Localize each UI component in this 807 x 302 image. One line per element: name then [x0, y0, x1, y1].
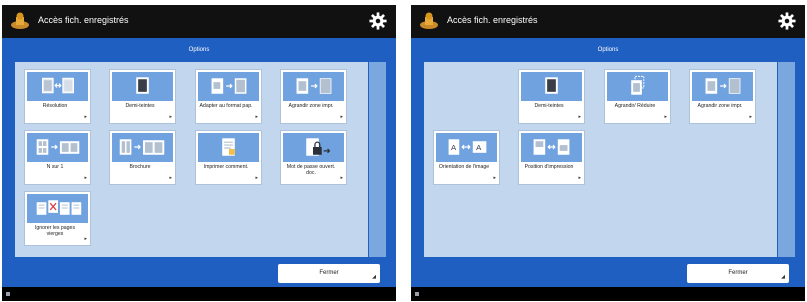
corner-arrow-icon: ▸	[255, 114, 258, 120]
svg-text:A: A	[451, 143, 457, 152]
skip-blank-pages-icon	[36, 200, 82, 215]
print-position-button[interactable]: Position d'impression ▸	[518, 130, 585, 185]
tile-label: Agrandir zone impr.	[697, 103, 743, 109]
right-screen: Accès fich. enregistrés Options Demi-tei…	[411, 5, 805, 301]
status-bar	[411, 287, 805, 301]
corner-arrow-icon: ▸	[578, 175, 581, 181]
title-bar: Accès fich. enregistrés	[411, 5, 805, 38]
svg-text:A: A	[476, 143, 482, 152]
image-orientation-button[interactable]: A A Orientation de l'image ▸	[433, 130, 500, 185]
enlarge-print-area-button[interactable]: Agrandir zone impr. ▸	[280, 69, 347, 124]
bottom-bar: Fermer ◢	[411, 259, 805, 287]
booklet-icon	[119, 139, 165, 155]
title-bar: Accès fich. enregistrés	[2, 5, 396, 38]
gear-icon[interactable]	[778, 12, 796, 30]
corner-arrow-icon: ◢	[372, 274, 376, 280]
close-label: Fermer	[319, 270, 339, 276]
image-orientation-icon: A A	[448, 139, 487, 155]
tile-label: Mot de passe ouvert. doc.	[286, 164, 336, 176]
print-comments-icon	[222, 138, 235, 156]
tile-label: Orientation de l'image	[438, 164, 490, 170]
enlarge-reduce-button[interactable]: Agrandir/ Réduire ▸	[604, 69, 671, 124]
corner-arrow-icon: ▸	[493, 175, 496, 181]
tile-label: Agrandir/ Réduire	[614, 103, 656, 109]
corner-arrow-icon: ◢	[781, 274, 785, 280]
tile-label: Imprimer comment.	[203, 164, 249, 170]
options-header: Options	[2, 38, 396, 58]
tile-label: Position d'impression	[524, 164, 574, 170]
scrollbar[interactable]	[778, 62, 795, 257]
tile-label: Demi-teintes	[125, 103, 155, 109]
enlarge-print-area-icon	[296, 78, 332, 94]
status-icon	[6, 292, 10, 296]
tile-label: Agrandir zone impr.	[288, 103, 334, 109]
halftone-button[interactable]: Demi-teintes ▸	[109, 69, 176, 124]
fit-to-paper-button[interactable]: Adapter au format pap. ▸	[195, 69, 262, 124]
enlarge-reduce-icon	[631, 75, 645, 95]
skip-blank-pages-button[interactable]: Ignorer les pages vierges ▸	[24, 191, 91, 246]
options-header: Options	[411, 38, 805, 58]
stamp-icon	[420, 12, 438, 29]
gear-icon[interactable]	[369, 12, 387, 30]
tile-label: Résolution	[42, 103, 68, 109]
stamp-icon	[11, 12, 29, 29]
status-bar	[2, 287, 396, 301]
options-grid: Demi-teintes ▸ Agrandir/ Réduire ▸ Agran…	[424, 62, 777, 257]
corner-arrow-icon: ▸	[340, 175, 343, 181]
corner-arrow-icon: ▸	[84, 114, 87, 120]
close-button[interactable]: Fermer ◢	[687, 264, 789, 283]
app-title: Accès fich. enregistrés	[38, 15, 129, 25]
options-area: Demi-teintes ▸ Agrandir/ Réduire ▸ Agran…	[411, 58, 805, 259]
left-screen: Accès fich. enregistrés Options Résoluti…	[2, 5, 396, 301]
tile-label: Demi-teintes	[534, 103, 564, 109]
n-on-1-icon	[36, 139, 80, 155]
options-title: Options	[597, 47, 619, 53]
options-grid: Résolution ▸ Demi-teintes ▸ Adapter au f…	[15, 62, 368, 257]
enlarge-print-area-icon	[705, 78, 741, 94]
corner-arrow-icon: ▸	[169, 175, 172, 181]
tile-label: Ignorer les pages vierges	[34, 225, 76, 237]
print-comments-button[interactable]: Imprimer comment. ▸	[195, 130, 262, 185]
tile-label: Adapter au format pap.	[199, 103, 253, 109]
corner-arrow-icon: ▸	[255, 175, 258, 181]
corner-arrow-icon: ▸	[84, 236, 87, 242]
enlarge-print-area-button[interactable]: Agrandir zone impr. ▸	[689, 69, 756, 124]
document-password-button[interactable]: Mot de passe ouvert. doc. ▸	[280, 130, 347, 185]
halftone-icon	[136, 77, 149, 94]
halftone-button[interactable]: Demi-teintes ▸	[518, 69, 585, 124]
close-button[interactable]: Fermer ◢	[278, 264, 380, 283]
corner-arrow-icon: ▸	[84, 175, 87, 181]
corner-arrow-icon: ▸	[664, 114, 667, 120]
fit-to-paper-icon	[211, 78, 247, 94]
corner-arrow-icon: ▸	[169, 114, 172, 120]
corner-arrow-icon: ▸	[749, 114, 752, 120]
tile-label: Brochure	[129, 164, 151, 170]
corner-arrow-icon: ▸	[340, 114, 343, 120]
scrollbar[interactable]	[369, 62, 386, 257]
resolution-icon	[42, 77, 74, 94]
print-position-icon	[533, 139, 570, 155]
resolution-button[interactable]: Résolution ▸	[24, 69, 91, 124]
booklet-button[interactable]: Brochure ▸	[109, 130, 176, 185]
status-icon	[415, 292, 419, 296]
document-password-icon	[306, 138, 331, 156]
corner-arrow-icon: ▸	[578, 114, 581, 120]
close-label: Fermer	[728, 270, 748, 276]
app-title: Accès fich. enregistrés	[447, 15, 538, 25]
options-title: Options	[188, 47, 210, 53]
options-area: Résolution ▸ Demi-teintes ▸ Adapter au f…	[2, 58, 396, 259]
halftone-icon	[545, 77, 558, 94]
n-on-1-button[interactable]: N sur 1 ▸	[24, 130, 91, 185]
bottom-bar: Fermer ◢	[2, 259, 396, 287]
tile-label: N sur 1	[46, 164, 64, 170]
